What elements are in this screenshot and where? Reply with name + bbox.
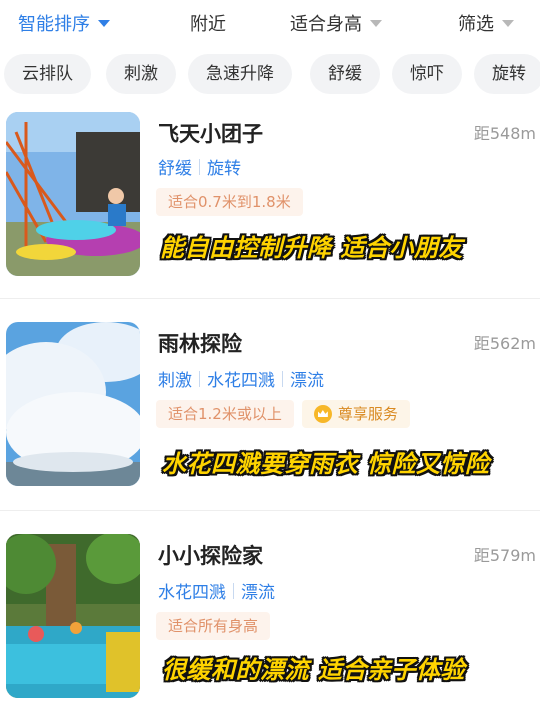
- category-chips: 云排队 刺激 急速升降 舒缓 惊吓 旋转: [4, 54, 540, 94]
- sort-bar: 智能排序 附近 适合身高 筛选: [0, 0, 540, 46]
- tag: 水花四溅: [158, 583, 226, 603]
- sort-nearby[interactable]: 附近: [190, 10, 226, 36]
- chevron-down-icon: [370, 19, 382, 27]
- sort-smart-label: 智能排序: [18, 14, 90, 35]
- tag-divider: [233, 582, 234, 599]
- chevron-down-icon: [98, 19, 110, 27]
- tag-divider: [199, 370, 200, 387]
- attraction-photo: [6, 112, 140, 276]
- filter-dropdown[interactable]: 筛选: [458, 10, 514, 36]
- card-divider: [0, 510, 540, 511]
- badge-list: 适合所有身高: [156, 612, 271, 640]
- promo-caption: 能自由控制升降 适合小朋友: [160, 234, 463, 262]
- tag-list: 刺激 水花四溅 漂流: [158, 366, 324, 391]
- tag-divider: [199, 158, 200, 175]
- distance-label: 距562m: [473, 334, 536, 353]
- chip-spin[interactable]: 旋转: [474, 54, 540, 94]
- chip-gentle[interactable]: 舒缓: [310, 54, 380, 94]
- attraction-card[interactable]: 雨林探险 距562m 刺激 水花四溅 漂流 适合1.2米或以上 尊享服务 水花四…: [0, 320, 540, 510]
- attraction-title: 小小探险家: [158, 544, 263, 568]
- sort-height-label: 适合身高: [290, 14, 362, 35]
- tag: 刺激: [158, 371, 192, 391]
- card-divider: [0, 298, 540, 299]
- distance-label: 距579m: [473, 546, 536, 565]
- attraction-title: 飞天小团子: [158, 122, 263, 146]
- badge-list: 适合1.2米或以上 尊享服务: [156, 400, 410, 428]
- tag-list: 水花四溅 漂流: [158, 578, 275, 603]
- tag: 漂流: [241, 583, 275, 603]
- chip-thrill[interactable]: 刺激: [106, 54, 176, 94]
- attraction-card[interactable]: 小小探险家 距579m 水花四溅 漂流 适合所有身高 很缓和的漂流 适合亲子体验: [0, 532, 540, 720]
- attraction-card[interactable]: 飞天小团子 距548m 舒缓 旋转 适合0.7米到1.8米 能自由控制升降 适合…: [0, 110, 540, 300]
- tag: 漂流: [290, 371, 324, 391]
- tag-divider: [282, 370, 283, 387]
- crown-icon: [313, 405, 332, 423]
- tag-list: 舒缓 旋转: [158, 154, 241, 179]
- badge-list: 适合0.7米到1.8米: [156, 188, 303, 216]
- chip-scary[interactable]: 惊吓: [392, 54, 462, 94]
- sort-height-dropdown[interactable]: 适合身高: [290, 10, 382, 36]
- height-badge: 适合1.2米或以上: [156, 400, 294, 428]
- premium-service-label: 尊享服务: [337, 405, 398, 423]
- height-badge: 适合所有身高: [156, 612, 271, 640]
- sort-nearby-label: 附近: [190, 14, 226, 35]
- promo-caption: 水花四溅要穿雨衣 惊险又惊险: [162, 450, 490, 478]
- chevron-down-icon: [502, 19, 514, 27]
- tag: 旋转: [207, 159, 241, 179]
- height-badge: 适合0.7米到1.8米: [156, 188, 303, 216]
- tag: 水花四溅: [207, 371, 275, 391]
- sort-smart-dropdown[interactable]: 智能排序: [18, 10, 110, 36]
- tag: 舒缓: [158, 159, 192, 179]
- chip-drop[interactable]: 急速升降: [188, 54, 292, 94]
- premium-service-badge: 尊享服务: [301, 400, 410, 428]
- attraction-photo: [6, 534, 140, 698]
- promo-caption: 很缓和的漂流 适合亲子体验: [162, 656, 465, 684]
- attraction-title: 雨林探险: [158, 332, 242, 356]
- chip-cloud-queue[interactable]: 云排队: [4, 54, 91, 94]
- filter-label: 筛选: [458, 14, 494, 35]
- distance-label: 距548m: [473, 124, 536, 143]
- attraction-photo: [6, 322, 140, 486]
